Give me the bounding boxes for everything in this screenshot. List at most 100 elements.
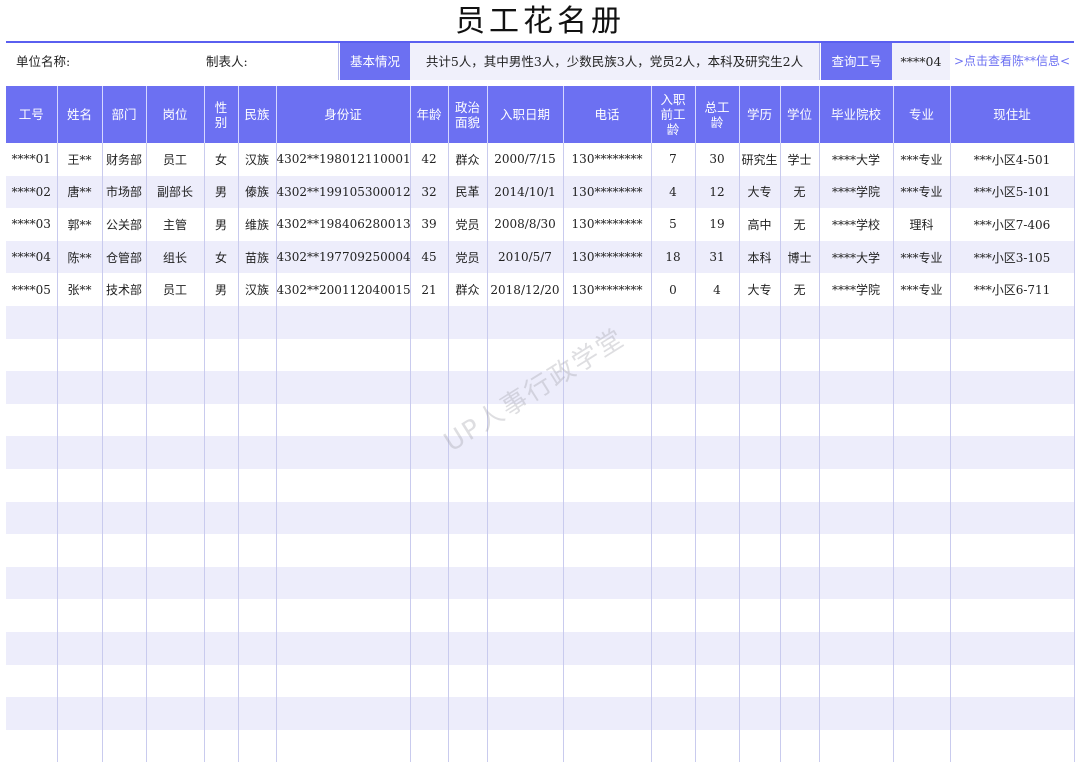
empty-cell[interactable] [739, 631, 781, 665]
empty-cell[interactable] [739, 599, 781, 632]
empty-cell[interactable] [57, 403, 103, 437]
empty-cell[interactable] [238, 729, 277, 763]
table-cell[interactable]: 4302**197709250004 [276, 240, 411, 274]
empty-cell[interactable] [276, 599, 411, 632]
empty-cell[interactable] [651, 664, 696, 698]
empty-cell[interactable] [57, 631, 103, 665]
empty-cell[interactable] [950, 371, 1075, 404]
table-cell[interactable]: 0 [651, 273, 696, 306]
empty-cell[interactable] [487, 566, 564, 600]
table-cell[interactable]: 2010/5/7 [487, 240, 564, 274]
empty-cell[interactable] [780, 501, 820, 535]
empty-cell[interactable] [780, 305, 820, 339]
empty-cell[interactable] [238, 436, 277, 469]
empty-cell[interactable] [780, 566, 820, 600]
empty-cell[interactable] [651, 338, 696, 372]
column-header[interactable]: 入职日期 [487, 86, 564, 143]
table-cell[interactable]: 汉族 [238, 143, 277, 176]
empty-cell[interactable] [6, 305, 58, 339]
empty-cell[interactable] [410, 436, 449, 469]
table-cell[interactable]: 30 [695, 143, 740, 176]
table-cell[interactable]: 32 [410, 175, 449, 209]
table-cell[interactable]: 研究生 [739, 143, 781, 176]
empty-cell[interactable] [238, 631, 277, 665]
empty-cell[interactable] [695, 468, 740, 502]
table-cell[interactable]: 大专 [739, 175, 781, 209]
empty-cell[interactable] [6, 338, 58, 372]
empty-cell[interactable] [448, 534, 488, 567]
table-cell[interactable]: 4302**198012110001 [276, 143, 411, 176]
empty-cell[interactable] [276, 468, 411, 502]
empty-cell[interactable] [651, 436, 696, 469]
empty-cell[interactable] [102, 501, 147, 535]
empty-cell[interactable] [448, 436, 488, 469]
empty-cell[interactable] [276, 501, 411, 535]
table-cell[interactable]: 党员 [448, 208, 488, 241]
empty-cell[interactable] [204, 664, 239, 698]
empty-cell[interactable] [563, 566, 652, 600]
empty-cell[interactable] [563, 371, 652, 404]
table-cell[interactable]: 2000/7/15 [487, 143, 564, 176]
empty-cell[interactable] [739, 566, 781, 600]
empty-cell[interactable] [6, 436, 58, 469]
column-header[interactable]: 毕业院校 [819, 86, 894, 143]
empty-cell[interactable] [448, 664, 488, 698]
empty-cell[interactable] [563, 436, 652, 469]
table-cell[interactable]: 学士 [780, 143, 820, 176]
unit-name-cell[interactable]: 单位名称: 制表人: [6, 43, 339, 80]
empty-cell[interactable] [739, 697, 781, 730]
table-cell[interactable]: 副部长 [146, 175, 205, 209]
empty-cell[interactable] [102, 729, 147, 763]
table-cell[interactable]: 21 [410, 273, 449, 306]
column-header[interactable]: 入职前工龄 [651, 86, 696, 143]
table-row[interactable]: ****03 郭** 公关部 主管男维族 4302**198406280013 39 党员 2… [6, 208, 1075, 241]
empty-cell[interactable] [487, 468, 564, 502]
empty-cell[interactable] [695, 371, 740, 404]
empty-cell[interactable] [819, 436, 894, 469]
empty-row[interactable] [6, 501, 1075, 535]
empty-cell[interactable] [57, 501, 103, 535]
empty-cell[interactable] [780, 436, 820, 469]
empty-cell[interactable] [893, 566, 951, 600]
empty-cell[interactable] [146, 305, 205, 339]
empty-cell[interactable] [819, 664, 894, 698]
empty-cell[interactable] [739, 436, 781, 469]
table-cell[interactable]: 130******** [563, 273, 652, 306]
empty-cell[interactable] [276, 436, 411, 469]
empty-cell[interactable] [695, 305, 740, 339]
table-cell[interactable]: 本科 [739, 240, 781, 274]
empty-cell[interactable] [563, 534, 652, 567]
table-cell[interactable]: 郭** [57, 208, 103, 241]
empty-cell[interactable] [238, 403, 277, 437]
empty-cell[interactable] [102, 631, 147, 665]
empty-cell[interactable] [448, 697, 488, 730]
empty-cell[interactable] [695, 338, 740, 372]
empty-cell[interactable] [6, 697, 58, 730]
empty-cell[interactable] [819, 697, 894, 730]
empty-cell[interactable] [819, 338, 894, 372]
table-cell[interactable]: 组长 [146, 240, 205, 274]
empty-cell[interactable] [57, 566, 103, 600]
empty-cell[interactable] [651, 501, 696, 535]
empty-cell[interactable] [487, 664, 564, 698]
table-cell[interactable]: 男 [204, 208, 239, 241]
empty-cell[interactable] [695, 697, 740, 730]
empty-cell[interactable] [238, 664, 277, 698]
empty-cell[interactable] [695, 599, 740, 632]
empty-cell[interactable] [739, 305, 781, 339]
empty-cell[interactable] [102, 599, 147, 632]
empty-cell[interactable] [819, 631, 894, 665]
table-cell[interactable]: 2018/12/20 [487, 273, 564, 306]
empty-cell[interactable] [204, 371, 239, 404]
empty-cell[interactable] [651, 631, 696, 665]
empty-cell[interactable] [102, 403, 147, 437]
empty-cell[interactable] [739, 729, 781, 763]
empty-cell[interactable] [651, 305, 696, 339]
empty-cell[interactable] [102, 338, 147, 372]
empty-cell[interactable] [563, 501, 652, 535]
empty-cell[interactable] [563, 468, 652, 502]
table-cell[interactable]: 群众 [448, 143, 488, 176]
empty-cell[interactable] [448, 729, 488, 763]
empty-cell[interactable] [893, 436, 951, 469]
empty-cell[interactable] [950, 436, 1075, 469]
